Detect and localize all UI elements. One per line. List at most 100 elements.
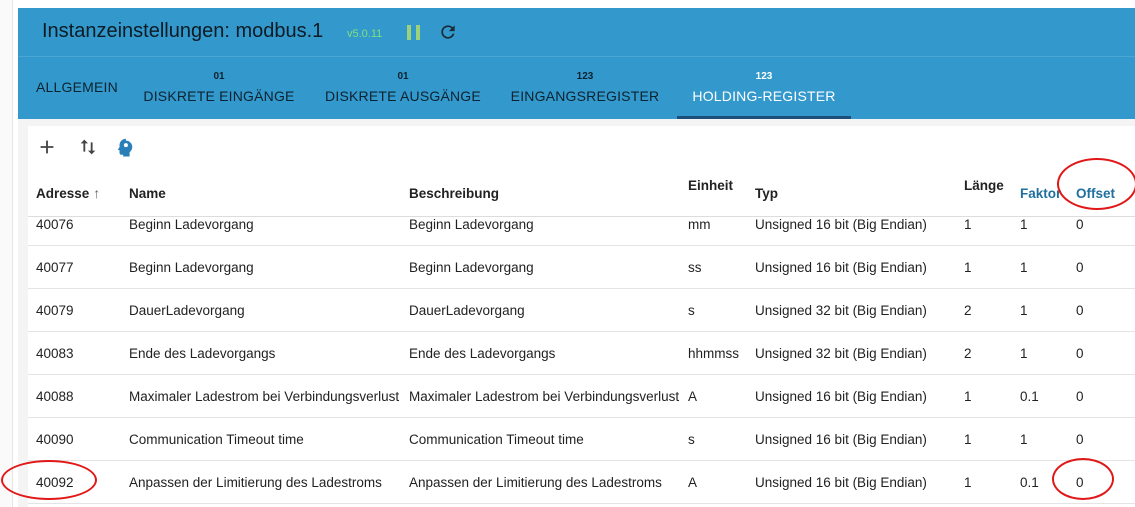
- cell-laenge: 1: [956, 374, 1012, 418]
- cell-offset: 0: [1068, 417, 1124, 461]
- cell-offset: 0: [1068, 216, 1124, 246]
- column-header-name[interactable]: Name: [121, 170, 401, 217]
- table-row[interactable]: 40083 Ende des Ladevorgangs Ende des Ladev…: [28, 331, 1135, 375]
- plus-icon[interactable]: [36, 136, 58, 158]
- cell-typ: Unsigned 16 bit (Big Endian): [747, 460, 956, 504]
- cell-laenge: 1: [956, 460, 1012, 504]
- cell-einheit: s: [680, 417, 747, 461]
- cell-einheit: ss: [680, 245, 747, 289]
- cell-faktor: 1: [1012, 216, 1068, 246]
- cell-faktor: 1: [1012, 331, 1068, 375]
- cell-einheit: s: [680, 288, 747, 332]
- cell-beschreibung: Beginn Ladevorgang: [401, 216, 680, 246]
- table-row[interactable]: 40088 Maximaler Ladestrom bei Verbindungs…: [28, 374, 1135, 418]
- tab-type-badge: 123: [576, 71, 594, 82]
- cell-beschreibung: Beginn Ladevorgang: [401, 245, 680, 289]
- column-header-offset[interactable]: Offset: [1068, 170, 1124, 217]
- active-tab-indicator: [677, 116, 851, 119]
- cell-laenge: 2: [956, 288, 1012, 332]
- column-header-einheit[interactable]: Einheit: [680, 170, 747, 217]
- cell-offset: 0: [1068, 331, 1124, 375]
- tab-diskrete-ausgaenge[interactable]: 01 DISKRETE AUSGÄNGE: [322, 57, 484, 119]
- cell-adresse: 40088: [28, 374, 121, 418]
- cell-truncated: [1124, 245, 1135, 289]
- cell-faktor: 1: [1012, 417, 1068, 461]
- cell-beschreibung: Anpassen der Limitierung des Ladestroms: [401, 460, 680, 504]
- tab-label: DISKRETE AUSGÄNGE: [325, 88, 481, 104]
- cell-truncated: [1124, 374, 1135, 418]
- cell-einheit: A: [680, 374, 747, 418]
- table-row[interactable]: 40092 Anpassen der Limitierung des Ladest…: [28, 460, 1135, 504]
- cell-name: Beginn Ladevorgang: [121, 245, 401, 289]
- cell-faktor: 1: [1012, 245, 1068, 289]
- tab-label: ALLGEMEIN: [36, 79, 118, 95]
- cell-name: Maximaler Ladestrom bei Verbindungsverlu…: [121, 374, 401, 418]
- tab-bar: ALLGEMEIN 01 DISKRETE EINGÄNGE 01 DISKRE…: [18, 56, 1135, 119]
- cell-adresse: 40083: [28, 331, 121, 375]
- register-table-panel: Adresse ↑ Name Beschreibung Einheit Typ L…: [28, 126, 1135, 507]
- table-row[interactable]: 40090 Communication Timeout time Communica…: [28, 417, 1135, 461]
- cell-truncated: [1124, 331, 1135, 375]
- cell-beschreibung: Ende des Ladevorgangs: [401, 331, 680, 375]
- cell-adresse: 40077: [28, 245, 121, 289]
- sort-arrows-icon[interactable]: [77, 136, 99, 158]
- table-header-row: Adresse ↑ Name Beschreibung Einheit Typ L…: [28, 170, 1135, 217]
- cell-typ: Unsigned 16 bit (Big Endian): [747, 245, 956, 289]
- cell-laenge: 1: [956, 417, 1012, 461]
- table-toolbar: [28, 126, 1135, 170]
- pause-icon[interactable]: [407, 25, 421, 40]
- cell-typ: Unsigned 16 bit (Big Endian): [747, 417, 956, 461]
- cell-beschreibung: DauerLadevorgang: [401, 288, 680, 332]
- table-body: 40076 Beginn Ladevorgang Beginn Ladevorgan…: [28, 216, 1135, 504]
- cell-name: Ende des Ladevorgangs: [121, 331, 401, 375]
- cell-adresse: 40076: [28, 216, 121, 246]
- cell-faktor: 1: [1012, 288, 1068, 332]
- column-header-adresse[interactable]: Adresse ↑: [28, 170, 121, 217]
- cell-truncated: [1124, 460, 1135, 504]
- column-header-typ[interactable]: Typ: [747, 170, 956, 217]
- holding-register-table: Adresse ↑ Name Beschreibung Einheit Typ L…: [28, 170, 1135, 504]
- head-icon[interactable]: [114, 136, 136, 158]
- tab-diskrete-eingaenge[interactable]: 01 DISKRETE EINGÄNGE: [142, 57, 296, 119]
- tab-label: DISKRETE EINGÄNGE: [143, 88, 295, 104]
- cell-einheit: A: [680, 460, 747, 504]
- cell-truncated: [1124, 216, 1135, 246]
- cell-adresse: 40092: [28, 460, 121, 504]
- cell-einheit: mm: [680, 216, 747, 246]
- cell-offset: 0: [1068, 245, 1124, 289]
- sort-ascending-icon[interactable]: ↑: [93, 185, 100, 201]
- column-header-beschreibung[interactable]: Beschreibung: [401, 170, 680, 217]
- cell-laenge: 2: [956, 331, 1012, 375]
- table-row[interactable]: 40077 Beginn Ladevorgang Beginn Ladevorgan…: [28, 245, 1135, 289]
- cell-typ: Unsigned 32 bit (Big Endian): [747, 331, 956, 375]
- cell-adresse: 40090: [28, 417, 121, 461]
- cell-truncated: [1124, 288, 1135, 332]
- cell-name: Anpassen der Limitierung des Ladestroms: [121, 460, 401, 504]
- tab-eingangsregister[interactable]: 123 EINGANGSREGISTER: [510, 57, 660, 119]
- tab-type-badge: 01: [213, 71, 225, 82]
- column-header-truncated: [1124, 170, 1135, 217]
- cell-laenge: 1: [956, 245, 1012, 289]
- tab-allgemein[interactable]: ALLGEMEIN: [30, 57, 124, 119]
- column-header-faktor[interactable]: Faktor: [1012, 170, 1068, 217]
- tab-label: HOLDING-REGISTER: [692, 88, 836, 104]
- cell-faktor: 0.1: [1012, 460, 1068, 504]
- page-title: Instanzeinstellungen: modbus.1: [42, 20, 324, 42]
- cell-name: Beginn Ladevorgang: [121, 216, 401, 246]
- cell-name: Communication Timeout time: [121, 417, 401, 461]
- tab-type-badge: 123: [755, 71, 773, 82]
- column-header-label: Adresse: [36, 186, 90, 201]
- cell-offset: 0: [1068, 288, 1124, 332]
- reload-icon[interactable]: [438, 22, 458, 42]
- table-row[interactable]: 40079 DauerLadevorgang DauerLadevorgang s Un…: [28, 288, 1135, 332]
- cell-offset: 0: [1068, 374, 1124, 418]
- cell-truncated: [1124, 417, 1135, 461]
- table-row[interactable]: 40076 Beginn Ladevorgang Beginn Ladevorgan…: [28, 216, 1135, 246]
- cell-beschreibung: Maximaler Ladestrom bei Verbindungsverlu…: [401, 374, 680, 418]
- cell-typ: Unsigned 16 bit (Big Endian): [747, 374, 956, 418]
- column-header-laenge[interactable]: Länge: [956, 170, 1012, 217]
- tab-holding-register[interactable]: 123 HOLDING-REGISTER: [677, 57, 851, 119]
- version-badge: v5.0.11: [347, 28, 383, 40]
- cell-typ: Unsigned 16 bit (Big Endian): [747, 216, 956, 246]
- cell-beschreibung: Communication Timeout time: [401, 417, 680, 461]
